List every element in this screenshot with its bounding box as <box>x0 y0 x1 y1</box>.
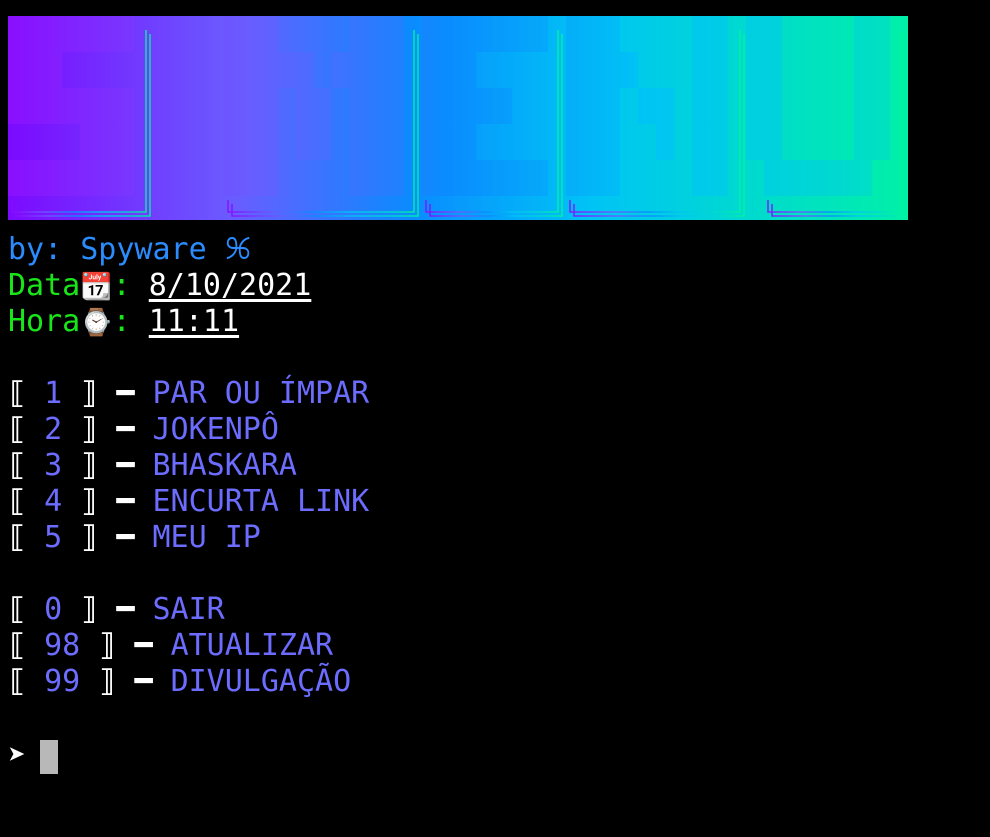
menu-number: 2 <box>44 412 63 447</box>
menu-label: BHASKARA <box>152 448 298 483</box>
menu-number: 0 <box>44 592 63 627</box>
menu-label: JOKENPÔ <box>152 412 279 447</box>
menu-label: MEU IP <box>152 520 261 555</box>
menu-number: 1 <box>44 376 63 411</box>
menu-number: 3 <box>44 448 63 483</box>
menu-item-5[interactable]: ⟦ 5 ⟧ ━ MEU IP <box>8 520 261 556</box>
clock-icon: ⌚ <box>80 308 113 338</box>
bracket-open: ⟦ <box>8 484 45 519</box>
menu-number: 4 <box>44 484 63 519</box>
date-line: Data📆: 8/10/2021 <box>8 268 311 304</box>
menu-label: ATUALIZAR <box>170 628 334 663</box>
author-line: by: Spyware ꕑ <box>8 232 251 268</box>
dash: ━ <box>116 412 153 447</box>
menu-number: 5 <box>44 520 63 555</box>
bracket-close: ⟧ <box>62 376 117 411</box>
bracket-close: ⟧ <box>62 448 117 483</box>
menu-item-98[interactable]: ⟦ 98 ⟧ ━ ATUALIZAR <box>8 628 333 664</box>
bracket-open: ⟦ <box>8 376 45 411</box>
menu-number: 99 <box>44 664 81 699</box>
menu-label: DIVULGAÇÃO <box>170 664 352 699</box>
dash: ━ <box>116 520 153 555</box>
bracket-close: ⟧ <box>62 592 117 627</box>
menu-label: SAIR <box>152 592 225 627</box>
bracket-open: ⟦ <box>8 664 45 699</box>
bracket-open: ⟦ <box>8 628 45 663</box>
text-cursor[interactable] <box>40 739 59 774</box>
bracket-open: ⟦ <box>8 520 45 555</box>
command-prompt[interactable]: ➤ <box>8 738 59 774</box>
dash: ━ <box>116 592 153 627</box>
dash: ━ <box>134 664 171 699</box>
time-line: Hora⌚: 11:11 <box>8 304 239 340</box>
bracket-close: ⟧ <box>62 520 117 555</box>
menu-item-99[interactable]: ⟦ 99 ⟧ ━ DIVULGAÇÃO <box>8 664 351 700</box>
date-sep: : <box>112 268 131 303</box>
bracket-open: ⟦ <box>8 412 45 447</box>
date-label: Data <box>8 268 81 303</box>
time-label: Hora <box>8 304 81 339</box>
menu-item-3[interactable]: ⟦ 3 ⟧ ━ BHASKARA <box>8 448 297 484</box>
banner-art <box>8 16 905 217</box>
author-glyph: ꕑ <box>224 232 252 267</box>
author-label: by: <box>8 232 63 267</box>
bracket-open: ⟦ <box>8 592 45 627</box>
author-name: Spyware <box>80 232 207 267</box>
dash: ━ <box>134 628 171 663</box>
date-value: 8/10/2021 <box>148 268 312 303</box>
bracket-open: ⟦ <box>8 448 45 483</box>
menu-item-4[interactable]: ⟦ 4 ⟧ ━ ENCURTA LINK <box>8 484 369 520</box>
bracket-close: ⟧ <box>80 628 135 663</box>
dash: ━ <box>116 448 153 483</box>
menu-number: 98 <box>44 628 81 663</box>
menu-item-1[interactable]: ⟦ 1 ⟧ ━ PAR OU ÍMPAR <box>8 376 369 412</box>
bracket-close: ⟧ <box>80 664 135 699</box>
menu-label: ENCURTA LINK <box>152 484 370 519</box>
menu-label: PAR OU ÍMPAR <box>152 376 370 411</box>
menu-item-2[interactable]: ⟦ 2 ⟧ ━ JOKENPÔ <box>8 412 279 448</box>
time-value: 11:11 <box>148 304 240 339</box>
bracket-close: ⟧ <box>62 484 117 519</box>
time-sep: : <box>112 304 131 339</box>
bracket-close: ⟧ <box>62 412 117 447</box>
dash: ━ <box>116 484 153 519</box>
prompt-arrow-icon: ➤ <box>8 738 27 773</box>
calendar-icon: 📆 <box>80 272 113 302</box>
dash: ━ <box>116 376 153 411</box>
menu-item-0[interactable]: ⟦ 0 ⟧ ━ SAIR <box>8 592 225 628</box>
